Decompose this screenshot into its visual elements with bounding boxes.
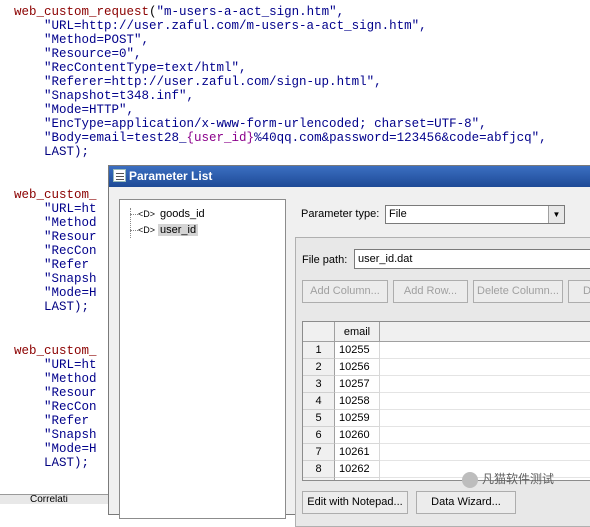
wechat-icon [462,471,478,488]
code-line: "Snapsh [44,428,97,442]
code-line: "RecContentType=text/html", [44,61,247,75]
tree-item-goods-id[interactable]: <D> goods_id [138,206,207,222]
code-line: "URL=ht [44,202,97,216]
parameter-list-icon [113,169,126,182]
code-line: LAST); [44,145,90,159]
table-row[interactable]: 4 10258 [303,393,590,410]
grid-corner [303,322,335,342]
code-line: "Refer [44,414,90,428]
tree-connector [130,214,138,215]
file-path-label: File path: [302,254,348,266]
tree-connector [130,208,138,238]
table-row[interactable]: 7 10261 [303,444,590,461]
data-wizard-button[interactable]: Data Wizard... [416,491,516,514]
table-row[interactable]: 2 10256 [303,359,590,376]
watermark: 凡猫软件测试 [462,469,554,489]
tree-connector [130,230,138,231]
code-line: "Snapshot=t348.inf", [44,89,195,103]
code-line: "Snapsh [44,272,97,286]
code-line: LAST); [44,300,90,314]
code-line: "Mode=HTTP", [44,103,135,117]
data-param-icon: <D> [138,225,156,235]
correlation-tab[interactable]: Correlati [0,494,110,504]
edit-with-notepad-button[interactable]: Edit with Notepad... [302,491,408,514]
code-line: LAST); [44,456,90,470]
parameter-list-dialog: Parameter List <D> goods_id <D> user_id Pa… [108,165,590,527]
dialog-titlebar[interactable]: Parameter List [109,166,590,187]
code-line: "Referer=http://user.zaful.com/sign-up.h… [44,75,382,89]
delete-row-button[interactable]: D [568,280,590,303]
table-row[interactable]: 1 10255 [303,342,590,359]
code-line: web_custom_request("m-users-a-act_sign.h… [14,5,345,19]
code-line: "Resour [44,386,97,400]
code-line: "Mode=H [44,286,97,300]
code-line: "RecCon [44,400,97,414]
code-line: "Refer [44,258,90,272]
parameter-reference: {user_id} [186,131,255,145]
code-line: "Method=POST", [44,33,150,47]
code-line: "Body=email=test28_{user_id}%40qq.com&pa… [44,131,547,145]
grid-header: email [303,322,590,342]
parameter-tree[interactable]: <D> goods_id <D> user_id [119,199,286,519]
parameter-type-select[interactable]: File ▼ [385,205,565,224]
add-column-button[interactable]: Add Column... [302,280,388,303]
table-row[interactable]: 3 10257 [303,376,590,393]
file-path-input[interactable]: user_id.dat [354,249,590,269]
code-line: "RecCon [44,244,97,258]
code-line: "Method [44,216,97,230]
chevron-down-icon[interactable]: ▼ [548,206,564,223]
table-row[interactable]: 6 10260 [303,427,590,444]
delete-column-button[interactable]: Delete Column... [473,280,563,303]
code-line: "Mode=H [44,442,97,456]
code-line: "Resour [44,230,97,244]
parameter-data-grid[interactable]: email 1 10255 2 10256 3 10257 4 10258 5 10259… [302,321,590,481]
code-line: "URL=ht [44,358,97,372]
parameter-type-label: Parameter type: [301,208,380,220]
code-line: web_custom_ [14,188,97,202]
column-header-email[interactable]: email [335,322,380,342]
dialog-title: Parameter List [129,169,213,183]
code-line: "Method [44,372,97,386]
code-line: "URL=http://user.zaful.com/m-users-a-act… [44,19,427,33]
code-line: "EncType=application/x-www-form-urlencod… [44,117,487,131]
table-row[interactable]: 5 10259 [303,410,590,427]
data-param-icon: <D> [138,209,156,219]
code-line: "Resource=0", [44,47,142,61]
add-row-button[interactable]: Add Row... [393,280,468,303]
tree-item-user-id[interactable]: <D> user_id [138,222,199,238]
code-line: web_custom_ [14,344,97,358]
